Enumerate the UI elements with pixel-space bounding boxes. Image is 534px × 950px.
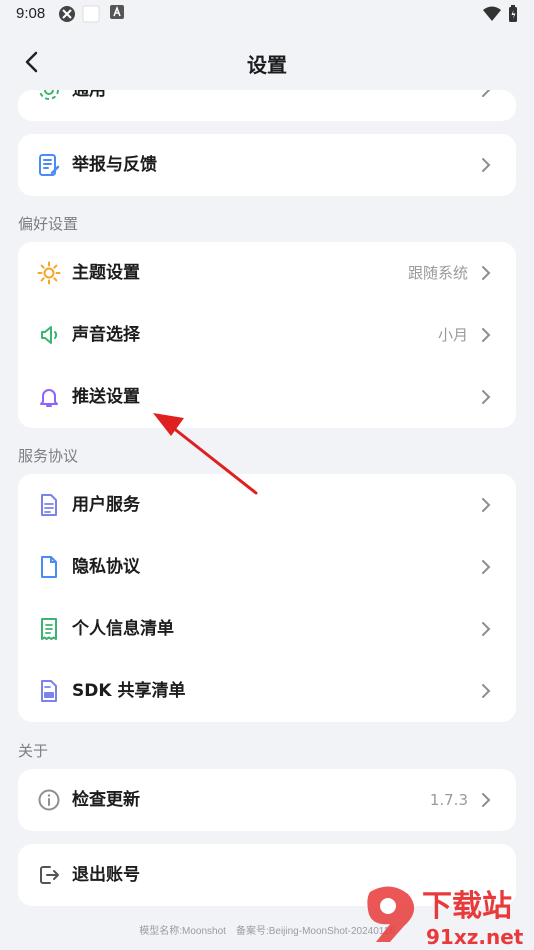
receipt-icon [41, 618, 57, 640]
wifi-icon [483, 6, 501, 21]
chevron-right-icon [482, 622, 491, 636]
feedback-label: 举报与反馈 [72, 155, 157, 175]
chevron-right-icon [482, 158, 491, 172]
feedback-card: 举报与反馈 [18, 134, 516, 196]
chevron-right-icon [482, 328, 491, 342]
push-settings-row[interactable]: 推送设置 [18, 366, 516, 428]
watermark-logo: 下载站 91xz.net [367, 886, 524, 949]
check-update-row[interactable]: 检查更新 1.7.3 [18, 769, 516, 831]
status-bar: 9:08 [0, 0, 534, 28]
push-settings-label: 推送设置 [72, 387, 140, 407]
sound-select-label: 声音选择 [72, 325, 140, 345]
chevron-right-icon [482, 90, 491, 97]
notification-square-icon [82, 5, 100, 23]
chevron-right-icon [482, 498, 491, 512]
speaker-icon [41, 326, 58, 344]
chevron-right-icon [482, 390, 491, 404]
preferences-card: 主题设置 跟随系统 声音选择 小月 推送设置 [18, 242, 516, 428]
user-service-row[interactable]: 用户服务 [18, 474, 516, 536]
user-service-label: 用户服务 [72, 495, 140, 515]
app-a-icon [110, 5, 124, 19]
theme-settings-row[interactable]: 主题设置 跟随系统 [18, 242, 516, 304]
status-time: 9:08 [16, 5, 46, 22]
header: 设置 [0, 34, 534, 90]
about-section-title: 关于 [18, 742, 49, 760]
about-card: 检查更新 1.7.3 [18, 769, 516, 831]
sdk-list-label: SDK 共享清单 [72, 681, 186, 701]
sound-select-value: 小月 [437, 326, 468, 344]
check-update-label: 检查更新 [72, 790, 140, 810]
general-label: 通用 [72, 90, 106, 100]
page-title: 设置 [247, 53, 287, 77]
watermark-site-text: 91xz.net [426, 925, 524, 949]
logout-label: 退出账号 [72, 865, 140, 885]
chevron-right-icon [482, 266, 491, 280]
info-icon [38, 789, 60, 811]
preferences-section-title: 偏好设置 [18, 215, 79, 233]
feedback-row[interactable]: 举报与反馈 [18, 134, 516, 196]
sun-icon [37, 261, 61, 285]
battery-icon [509, 5, 517, 22]
chevron-right-icon [482, 560, 491, 574]
service-section-title: 服务协议 [18, 447, 79, 465]
chevron-right-icon [482, 793, 491, 807]
theme-settings-label: 主题设置 [72, 263, 140, 283]
privacy-row[interactable]: 隐私协议 [18, 536, 516, 598]
privacy-label: 隐私协议 [72, 557, 140, 577]
logout-icon [40, 866, 59, 884]
personal-info-label: 个人信息清单 [72, 619, 174, 639]
version-value: 1.7.3 [429, 791, 468, 809]
personal-info-row[interactable]: 个人信息清单 [18, 598, 516, 660]
file-icon [41, 556, 57, 578]
report-feedback-icon [39, 154, 60, 176]
chevron-right-icon [482, 684, 491, 698]
document-icon [41, 494, 57, 516]
theme-settings-value: 跟随系统 [407, 264, 468, 282]
sdk-document-icon [41, 680, 57, 702]
sound-select-row[interactable]: 声音选择 小月 [18, 304, 516, 366]
gear-icon [39, 90, 59, 100]
watermark-brand-text: 下载站 [422, 889, 512, 924]
vpn-icon [59, 6, 75, 22]
service-card: 用户服务 隐私协议 个人信息清单 SDK 共享清单 [18, 474, 516, 722]
general-row[interactable]: 通用 [18, 90, 516, 121]
general-card: 通用 [18, 90, 516, 121]
sdk-list-row[interactable]: SDK 共享清单 [18, 660, 516, 722]
bell-icon [40, 389, 58, 407]
